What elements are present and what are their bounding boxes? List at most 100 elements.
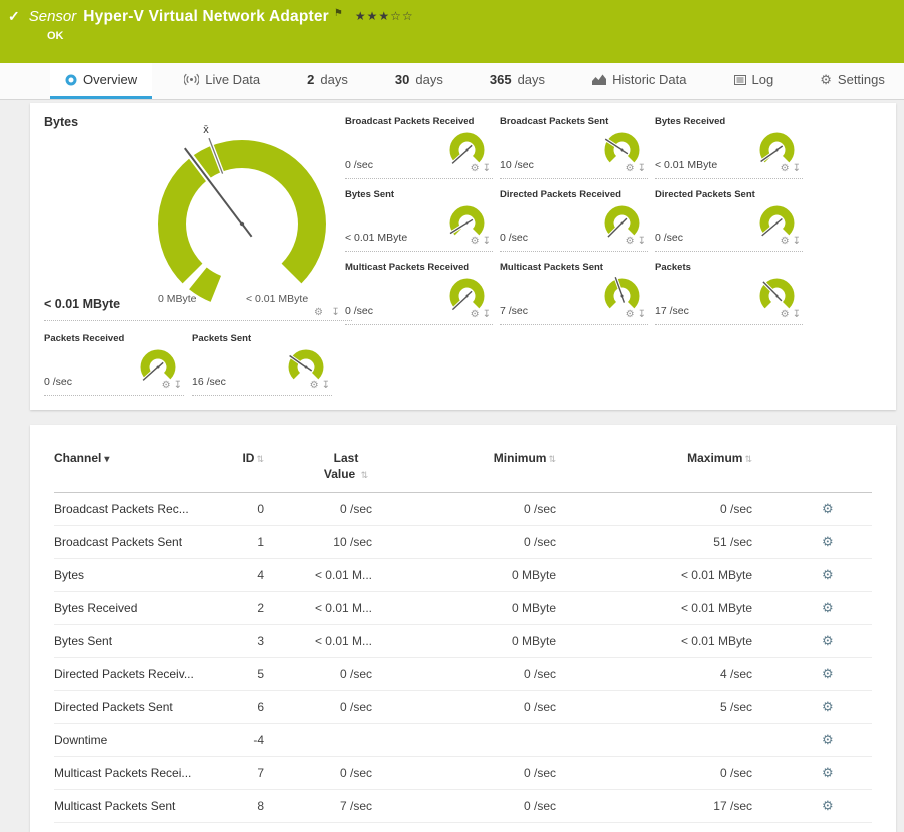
- gauge-settings-icon[interactable]: ⚙: [781, 163, 790, 174]
- gauge-bytes-received: Bytes Received < 0.01 MByte ⚙ ↧: [655, 116, 803, 179]
- pin-icon[interactable]: ↧: [638, 309, 646, 320]
- channel-minimum: 0 /sec: [523, 502, 556, 517]
- channel-last-value: 10 /sec: [333, 535, 372, 550]
- pin-icon[interactable]: ↧: [793, 163, 801, 174]
- table-row: Directed Packets Sent 6 0 /sec 0 /sec 5 /sec…: [54, 691, 872, 725]
- gauge-settings-icon[interactable]: ⚙: [471, 309, 480, 320]
- gauge-settings-icon[interactable]: ⚙: [310, 380, 319, 391]
- gauge-value: 0 /sec: [44, 376, 73, 388]
- main-gauge-scale-max: < 0.01 MByte: [246, 293, 309, 305]
- column-header-maximum[interactable]: Maximum ⇅: [556, 451, 752, 465]
- channel-name: Bytes Sent: [54, 634, 113, 649]
- channel-id: 4: [257, 568, 264, 583]
- channel-last-value: 0 /sec: [339, 667, 372, 682]
- gauge-settings-icon[interactable]: ⚙: [314, 307, 323, 318]
- pin-icon[interactable]: ↧: [331, 307, 339, 318]
- table-row: Downtime -4 ⚙: [54, 724, 872, 758]
- main-gauge-value: < 0.01 MByte: [44, 297, 121, 311]
- pin-icon[interactable]: ↧: [483, 309, 491, 320]
- gauge-packets-received: Packets Received 0 /sec ⚙ ↧: [44, 333, 184, 396]
- gauge-settings-icon[interactable]: ⚙: [781, 236, 790, 247]
- gauge-value: 0 /sec: [655, 232, 684, 244]
- channel-id: 8: [257, 799, 264, 814]
- gauge-multicast-packets-received: Multicast Packets Received 0 /sec ⚙ ↧: [345, 262, 493, 325]
- tab-label: Historic Data: [612, 72, 687, 87]
- channel-name: Directed Packets Sent: [54, 700, 173, 715]
- channel-settings-icon[interactable]: ⚙: [822, 567, 834, 582]
- pin-icon[interactable]: ↧: [793, 309, 801, 320]
- tab-bar: Overview Live Data 2 days 30 days 365 days Histo…: [0, 63, 904, 100]
- pin-icon[interactable]: ↧: [793, 236, 801, 247]
- channel-maximum: 4 /sec: [719, 667, 752, 682]
- gauge-actions: ⚙ ↧: [307, 375, 330, 393]
- channel-last-value: 0 /sec: [339, 766, 372, 781]
- tab-live-data[interactable]: Live Data: [169, 63, 275, 99]
- object-kind-label: Sensor: [28, 8, 77, 25]
- table-row: Bytes Received 2 < 0.01 M... 0 MByte < 0.01 …: [54, 592, 872, 626]
- gauge-actions: ⚙ ↧: [778, 304, 801, 322]
- tab-historic-data[interactable]: Historic Data: [577, 63, 701, 99]
- gauge-settings-icon[interactable]: ⚙: [626, 309, 635, 320]
- channel-id: 1: [257, 535, 264, 550]
- main-gauge-actions: ⚙ ↧: [310, 302, 340, 320]
- channel-settings-icon[interactable]: ⚙: [822, 600, 834, 615]
- gauge-settings-icon[interactable]: ⚙: [626, 163, 635, 174]
- channel-settings-icon[interactable]: ⚙: [822, 633, 834, 648]
- gauge-label: Directed Packets Sent: [655, 189, 755, 200]
- gauge-packets: Packets 17 /sec ⚙ ↧: [655, 262, 803, 325]
- tab-settings[interactable]: ⚙ Settings: [805, 63, 900, 99]
- pin-icon[interactable]: ↧: [174, 380, 182, 391]
- channel-settings-icon[interactable]: ⚙: [822, 501, 834, 516]
- column-header-channel[interactable]: Channel ▾: [54, 451, 224, 465]
- channel-minimum: 0 /sec: [523, 766, 556, 781]
- tab-2-days[interactable]: 2 days: [292, 63, 363, 99]
- sort-desc-icon: ▾: [104, 454, 110, 465]
- tab-number: 2: [307, 72, 315, 87]
- priority-stars[interactable]: ★★★☆☆: [355, 9, 414, 23]
- gauge-value: < 0.01 MByte: [655, 159, 718, 171]
- pin-icon[interactable]: ↧: [638, 236, 646, 247]
- table-row: Bytes Sent 3 < 0.01 M... 0 MByte < 0.01 MByt…: [54, 625, 872, 659]
- gauge-settings-icon[interactable]: ⚙: [162, 380, 171, 391]
- channel-minimum: 0 MByte: [511, 601, 556, 616]
- channel-name: Multicast Packets Recei...: [54, 766, 192, 781]
- gauge-settings-icon[interactable]: ⚙: [471, 236, 480, 247]
- tab-log[interactable]: Log: [719, 63, 789, 99]
- gauge-actions: ⚙ ↧: [468, 231, 491, 249]
- table-row: Bytes 4 < 0.01 M... 0 MByte < 0.01 MByte ⚙: [54, 559, 872, 593]
- gauge-settings-icon[interactable]: ⚙: [471, 163, 480, 174]
- channel-settings-icon[interactable]: ⚙: [822, 765, 834, 780]
- gauge-directed-packets-sent: Directed Packets Sent 0 /sec ⚙ ↧: [655, 189, 803, 252]
- channel-name: Downtime: [54, 733, 108, 748]
- gauge-actions: ⚙ ↧: [468, 304, 491, 322]
- channel-maximum: < 0.01 MByte: [680, 568, 752, 583]
- tab-365-days[interactable]: 365 days: [475, 63, 560, 99]
- column-header-minimum[interactable]: Minimum ⇅: [372, 451, 556, 465]
- channel-minimum: 0 /sec: [523, 700, 556, 715]
- channel-id: 6: [257, 700, 264, 715]
- channel-maximum: 17 /sec: [713, 799, 752, 814]
- pin-icon[interactable]: ↧: [483, 163, 491, 174]
- channel-settings-icon[interactable]: ⚙: [822, 732, 834, 747]
- channel-settings-icon[interactable]: ⚙: [822, 699, 834, 714]
- channel-id: 2: [257, 601, 264, 616]
- gauge-actions: ⚙ ↧: [159, 375, 182, 393]
- pin-icon[interactable]: ↧: [322, 380, 330, 391]
- channel-settings-icon[interactable]: ⚙: [822, 534, 834, 549]
- tab-label: Live Data: [205, 72, 261, 87]
- pin-icon[interactable]: ↧: [638, 163, 646, 174]
- tab-overview[interactable]: Overview: [50, 63, 153, 99]
- tab-30-days[interactable]: 30 days: [380, 63, 458, 99]
- channel-id: 0: [257, 502, 264, 517]
- channel-settings-icon[interactable]: ⚙: [822, 798, 834, 813]
- column-header-last-value[interactable]: Last Value ⇅: [264, 451, 372, 482]
- column-header-id[interactable]: ID ⇅: [224, 451, 264, 465]
- status-ok-check-icon: ✓: [8, 8, 20, 24]
- pin-icon[interactable]: ↧: [483, 236, 491, 247]
- channel-maximum: 0 /sec: [719, 766, 752, 781]
- svg-text:x̄: x̄: [203, 124, 209, 136]
- channel-settings-icon[interactable]: ⚙: [822, 666, 834, 681]
- gauge-settings-icon[interactable]: ⚙: [781, 309, 790, 320]
- flag-icon[interactable]: ⚑: [334, 8, 343, 19]
- gauge-settings-icon[interactable]: ⚙: [626, 236, 635, 247]
